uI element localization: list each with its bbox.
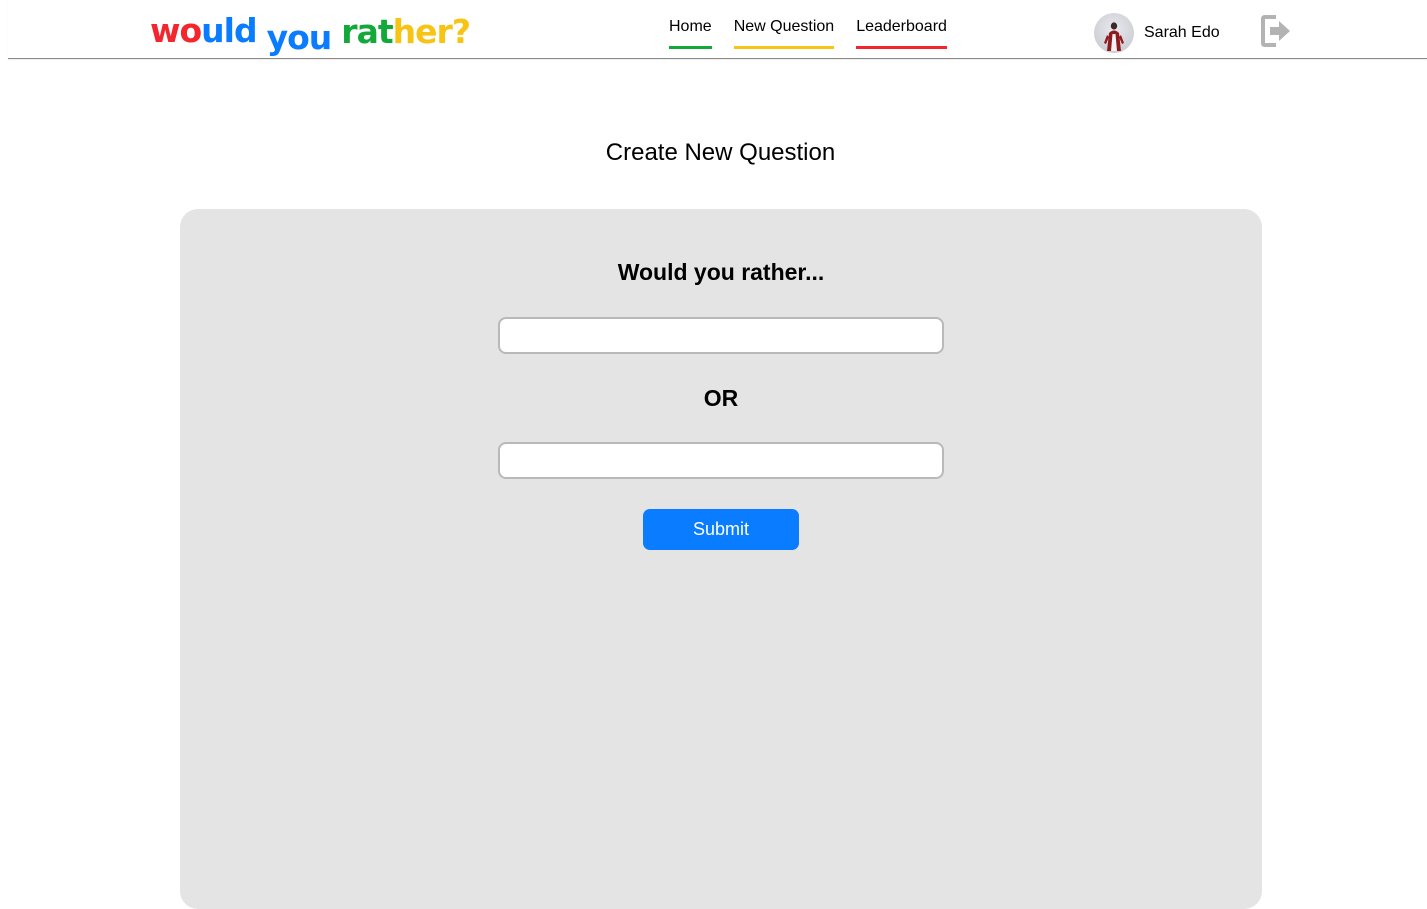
option-two-input[interactable] [498,442,944,479]
user-info: Sarah Edo [1094,13,1220,53]
logo-letter: ? [451,12,471,51]
logo-letter: e [415,12,437,51]
logo-letter: u [308,18,332,57]
logo-letter: r [436,12,453,51]
logo-letter: w [150,11,180,50]
form-heading: Would you rather... [617,259,825,285]
nav-home[interactable]: Home [669,0,712,49]
logo-letter: l [223,11,235,50]
logo-letter: r [341,12,357,51]
or-label: OR [703,385,739,411]
logo-letter: d [233,11,258,50]
option-one-input[interactable] [498,317,944,354]
logo-letter: h [392,12,416,51]
submit-button[interactable]: Submit [643,509,799,550]
logo-letter: o [179,11,203,50]
avatar-figure-icon [1104,22,1124,51]
logo-letter: a [356,12,379,51]
logo-letter: t [377,12,394,51]
logo-letter: o [287,18,310,57]
avatar [1094,13,1134,53]
nav-leaderboard[interactable]: Leaderboard [856,0,947,49]
nav-new-question[interactable]: New Question [733,0,835,49]
logout-icon [1261,15,1290,47]
page-title: Create New Question [605,139,836,166]
logo-letter: y [266,18,288,57]
logout-button[interactable] [1261,15,1291,47]
logo-letter: u [201,11,224,50]
user-name: Sarah Edo [1144,24,1220,41]
new-question-card: Would you rather... OR Submit [180,209,1262,909]
app-logo[interactable]: w o u l d y o u r a t h e r? [150,4,471,57]
navbar: w o u l d y o u r a t h e r? Home New Question Leader… [8,0,1427,59]
main-nav: Home New Question Leaderboard [669,0,947,59]
